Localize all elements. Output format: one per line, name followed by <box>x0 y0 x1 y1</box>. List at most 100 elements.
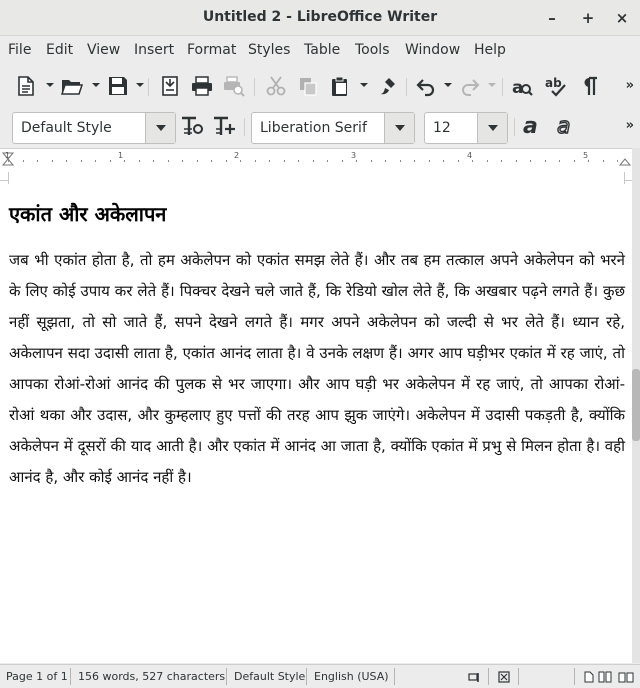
page-style[interactable]: Default Style <box>234 670 305 683</box>
ruler-tick <box>530 160 531 162</box>
ruler-tick <box>23 160 24 162</box>
minimize-button[interactable]: – <box>542 8 562 28</box>
status-separator <box>574 668 575 685</box>
chevron-down-icon[interactable] <box>477 113 507 143</box>
italic-icon[interactable]: a <box>552 112 580 140</box>
word-count[interactable]: 156 words, 527 characters <box>78 670 225 683</box>
standard-toolbar: a ab » <box>0 66 640 106</box>
text-language[interactable]: English (USA) <box>314 670 389 683</box>
scrollbar-thumb[interactable] <box>632 369 640 441</box>
ruler-tick <box>124 160 125 162</box>
menu-insert[interactable]: Insert <box>134 42 174 58</box>
font-name-combo[interactable]: Liberation Serif <box>251 112 415 144</box>
menu-tools[interactable]: Tools <box>355 42 390 58</box>
paragraph-style-value: Default Style <box>21 120 112 136</box>
toolbar-separator <box>254 78 255 96</box>
page-count[interactable]: Page 1 of 1 <box>6 670 68 683</box>
ruler-tick <box>356 160 357 162</box>
font-size-combo[interactable]: 12 <box>424 112 508 144</box>
redo-dropdown-icon[interactable] <box>488 83 496 87</box>
menu-format[interactable]: Format <box>187 42 236 58</box>
ruler-tick <box>516 160 517 162</box>
update-style-icon[interactable] <box>178 112 206 140</box>
more-toolbar-icon[interactable]: » <box>626 118 634 133</box>
formatting-toolbar: Default Style Liberation Serif 12 a a » <box>0 106 640 146</box>
document-body-text[interactable]: जब भी एकांत होता है, तो हम अकेलेपन को एक… <box>9 245 625 493</box>
menu-styles[interactable]: Styles <box>248 42 290 58</box>
menu-edit[interactable]: Edit <box>46 42 73 58</box>
clone-formatting-icon[interactable] <box>374 72 402 100</box>
spelling-icon[interactable]: ab <box>542 72 570 100</box>
ruler-tick <box>443 160 444 162</box>
document-heading[interactable]: एकांत और अकेलापन <box>9 200 166 227</box>
new-document-icon[interactable] <box>12 72 40 100</box>
ruler-tick <box>327 160 328 162</box>
ruler-tick <box>298 160 299 162</box>
ruler-tick <box>603 160 604 162</box>
title-bar: Untitled 2 - LibreOffice Writer – + × <box>0 0 640 36</box>
ruler-tick <box>240 160 241 162</box>
right-indent-marker-icon[interactable] <box>619 152 631 166</box>
new-style-icon[interactable] <box>210 112 238 140</box>
paste-icon[interactable] <box>326 72 354 100</box>
menu-view[interactable]: View <box>87 42 120 58</box>
ruler-tick <box>284 160 285 162</box>
ruler-tick <box>226 160 227 162</box>
cut-icon[interactable] <box>262 72 290 100</box>
chevron-down-icon[interactable] <box>145 113 175 143</box>
menu-help[interactable]: Help <box>474 42 506 58</box>
bold-icon[interactable]: a <box>518 112 546 140</box>
vertical-scrollbar[interactable] <box>632 148 640 663</box>
paragraph-style-combo[interactable]: Default Style <box>12 112 176 144</box>
status-separator <box>488 668 489 685</box>
print-icon[interactable] <box>188 72 216 100</box>
multi-page-view-icon[interactable] <box>598 671 614 683</box>
open-dropdown-icon[interactable] <box>92 83 100 87</box>
text-boundary-mark <box>624 180 632 181</box>
save-icon[interactable] <box>104 72 132 100</box>
find-replace-icon[interactable]: a <box>508 72 536 100</box>
more-toolbar-icon[interactable]: » <box>626 78 634 93</box>
menu-bar: File Edit View Insert Format Styles Tabl… <box>0 37 640 65</box>
formatting-marks-icon[interactable] <box>576 72 604 100</box>
font-name-value: Liberation Serif <box>260 120 367 136</box>
ruler-label: 1 <box>118 151 124 160</box>
maximize-button[interactable]: + <box>578 8 598 28</box>
svg-text:ab: ab <box>545 76 562 90</box>
ruler-tick <box>153 160 154 162</box>
undo-icon[interactable] <box>412 72 440 100</box>
horizontal-ruler[interactable]: 1 1 2 3 4 5 <box>0 148 632 168</box>
text-boundary-mark <box>8 172 9 184</box>
status-separator <box>394 668 395 685</box>
ruler-tick <box>8 160 9 162</box>
toolbar-separator <box>244 118 245 136</box>
ruler-label: 1 <box>5 151 11 160</box>
new-dropdown-icon[interactable] <box>46 83 54 87</box>
close-button[interactable]: × <box>612 8 632 28</box>
ruler-tick <box>182 160 183 162</box>
svg-text:a: a <box>557 115 570 137</box>
ruler-tick <box>472 160 473 162</box>
menu-table[interactable]: Table <box>304 42 340 58</box>
copy-icon[interactable] <box>294 72 322 100</box>
ruler-tick <box>197 160 198 162</box>
ruler-tick <box>371 160 372 162</box>
redo-icon[interactable] <box>456 72 484 100</box>
menu-window[interactable]: Window <box>405 42 460 58</box>
undo-dropdown-icon[interactable] <box>444 83 452 87</box>
open-folder-icon[interactable] <box>58 72 86 100</box>
status-separator <box>518 668 519 685</box>
export-pdf-icon[interactable] <box>156 72 184 100</box>
save-dropdown-icon[interactable] <box>136 83 144 87</box>
print-preview-icon[interactable] <box>220 72 248 100</box>
ruler-tick <box>501 160 502 162</box>
menu-file[interactable]: File <box>8 42 31 58</box>
ruler-tick <box>545 160 546 162</box>
ruler-label: 3 <box>351 151 357 160</box>
book-view-icon[interactable] <box>618 671 634 683</box>
single-page-view-icon[interactable] <box>584 671 594 683</box>
selection-mode-icon[interactable] <box>468 671 480 683</box>
paste-dropdown-icon[interactable] <box>360 83 368 87</box>
chevron-down-icon[interactable] <box>384 113 414 143</box>
document-modified-icon[interactable] <box>498 671 510 683</box>
